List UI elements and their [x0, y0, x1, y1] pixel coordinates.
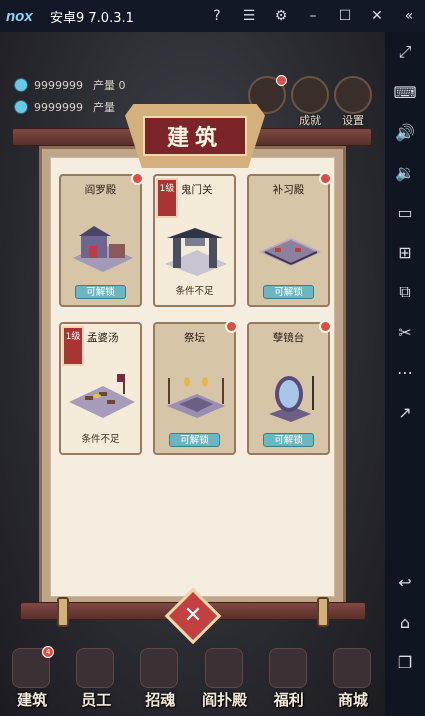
building-art-palace-icon [73, 226, 133, 272]
maximize-icon[interactable]: ☐ [329, 0, 361, 32]
nav-buildings[interactable]: 4 建筑 [0, 642, 64, 716]
nav-welfare[interactable]: 福利 [257, 642, 321, 716]
nav-palace[interactable]: 阎扑殿 [193, 642, 257, 716]
shop-icon [332, 648, 371, 688]
volume-down-icon[interactable]: 🔉 [385, 152, 425, 192]
apk-icon[interactable]: ⊞ [385, 232, 425, 272]
settings-gear-icon[interactable]: ⚙ [265, 0, 297, 32]
resource-gem-icon [14, 78, 28, 92]
resource-value: 9999999 [34, 100, 83, 114]
resource-gem-icon [14, 100, 28, 114]
collapse-sidebar-icon[interactable]: « [393, 0, 425, 32]
building-art-soup-stall-icon [69, 374, 135, 418]
volume-up-icon[interactable]: 🔊 [385, 112, 425, 152]
back-icon[interactable]: ↩ [385, 562, 425, 602]
level-badge: 1级 [156, 178, 178, 218]
panel-title-plaque: 建筑 [125, 104, 265, 168]
nav-label: 商城 [337, 691, 368, 709]
building-name: 阎罗殿 [84, 184, 117, 196]
building-card-jitan[interactable]: 祭坛 可解锁 [153, 320, 238, 455]
more-icon[interactable]: ⋯ [385, 352, 425, 392]
nav-label: 福利 [273, 691, 304, 709]
game-viewport: 9999999 产量 0 9999999 产量 成就 设置 阎罗殿 可解锁 1级… [0, 32, 385, 716]
panel-title: 建筑 [166, 125, 223, 151]
staff-icon [76, 648, 115, 688]
keyboard-icon[interactable]: ⌨ [385, 72, 425, 112]
building-name: 补习殿 [272, 184, 305, 196]
palace-icon [204, 648, 243, 688]
building-name: 孟婆汤 [87, 332, 119, 344]
resource-label: 产量 [93, 101, 115, 114]
nav-shop[interactable]: 商城 [321, 642, 385, 716]
building-panel: 阎罗殿 可解锁 1级 鬼门关 条件不足 补习殿 可解锁 1级 孟婆汤 条件不足 … [39, 146, 346, 608]
building-panel-inner: 阎罗殿 可解锁 1级 鬼门关 条件不足 补习殿 可解锁 1级 孟婆汤 条件不足 … [50, 157, 335, 597]
resource-label: 产量 0 [93, 79, 126, 92]
close-x-icon: ✕ [183, 603, 203, 628]
building-card-niejingtai[interactable]: 孽镜台 可解锁 [247, 320, 332, 455]
resource-row-1: 9999999 产量 0 [14, 76, 126, 94]
building-name: 孽镜台 [272, 332, 305, 344]
building-art-hall-icon [259, 238, 321, 266]
building-card-buxidian[interactable]: 补习殿 可解锁 [247, 172, 332, 307]
unlock-button[interactable]: 可解锁 [263, 285, 314, 299]
screen-icon[interactable]: ▭ [385, 192, 425, 232]
recent-apps-icon[interactable]: ❐ [385, 642, 425, 682]
summon-icon [140, 648, 179, 688]
unlock-button[interactable]: 可解锁 [169, 433, 220, 447]
top-icon-caption: 成就 [299, 114, 321, 127]
resource-value: 9999999 [34, 78, 83, 92]
building-name: 祭坛 [184, 332, 205, 344]
plaque-inner: 建筑 [143, 116, 247, 156]
top-settings-icon[interactable]: 设置 [334, 76, 372, 127]
notification-dot [276, 75, 287, 86]
open-icon[interactable]: ↗ [385, 392, 425, 432]
status-insufficient: 条件不足 [81, 434, 120, 445]
help-icon[interactable]: ? [201, 0, 233, 32]
nav-label: 阎扑殿 [202, 691, 248, 709]
level-badge: 1级 [62, 326, 84, 366]
top-icon-caption: 设置 [342, 114, 364, 127]
building-name: 鬼门关 [181, 184, 213, 196]
building-art-mirror-icon [269, 376, 314, 422]
status-insufficient: 条件不足 [175, 286, 214, 297]
bottom-nav: 4 建筑 员工 招魂 阎扑殿 福利 商城 [0, 642, 385, 716]
building-card-mengpotang[interactable]: 1级 孟婆汤 条件不足 [59, 322, 142, 455]
scissors-icon[interactable]: ✂ [385, 312, 425, 352]
nav-label: 建筑 [17, 691, 48, 709]
window-title: 安卓9 7.0.3.1 [50, 10, 134, 26]
unlock-button[interactable]: 可解锁 [263, 433, 314, 447]
layers-icon[interactable]: ⧉ [385, 272, 425, 312]
home-icon[interactable]: ⌂ [385, 602, 425, 642]
rail-knob-right [317, 597, 329, 627]
nox-logo: nox [6, 7, 33, 25]
nav-staff[interactable]: 员工 [64, 642, 128, 716]
minimize-icon[interactable]: – [297, 0, 329, 32]
close-icon[interactable]: ✕ [361, 0, 393, 32]
gift-icon [268, 648, 307, 688]
building-card-guimenguan[interactable]: 1级 鬼门关 条件不足 [153, 174, 236, 307]
building-card-yanluodian[interactable]: 阎罗殿 可解锁 [59, 172, 144, 307]
menu-icon[interactable]: ☰ [233, 0, 265, 32]
building-art-altar-icon [167, 377, 225, 418]
expand-icon[interactable]: ⤢ [385, 32, 425, 72]
nav-label: 招魂 [145, 691, 176, 709]
building-art-gate-icon [165, 228, 227, 276]
nav-badge: 4 [42, 646, 55, 658]
nav-label: 员工 [81, 691, 112, 709]
unlock-button[interactable]: 可解锁 [75, 285, 126, 299]
nav-summon[interactable]: 招魂 [128, 642, 192, 716]
emulator-sidebar: ⤢ ⌨ 🔊 🔉 ▭ ⊞ ⧉ ✂ ⋯ ↗ ↩ ⌂ ❐ [385, 32, 425, 716]
rail-knob-left [57, 597, 69, 627]
top-achievement-icon[interactable]: 成就 [291, 76, 329, 127]
resource-row-2: 9999999 产量 [14, 98, 115, 116]
emulator-title-bar: nox 安卓9 7.0.3.1 ? ☰ ⚙ – ☐ ✕ « [0, 0, 425, 32]
